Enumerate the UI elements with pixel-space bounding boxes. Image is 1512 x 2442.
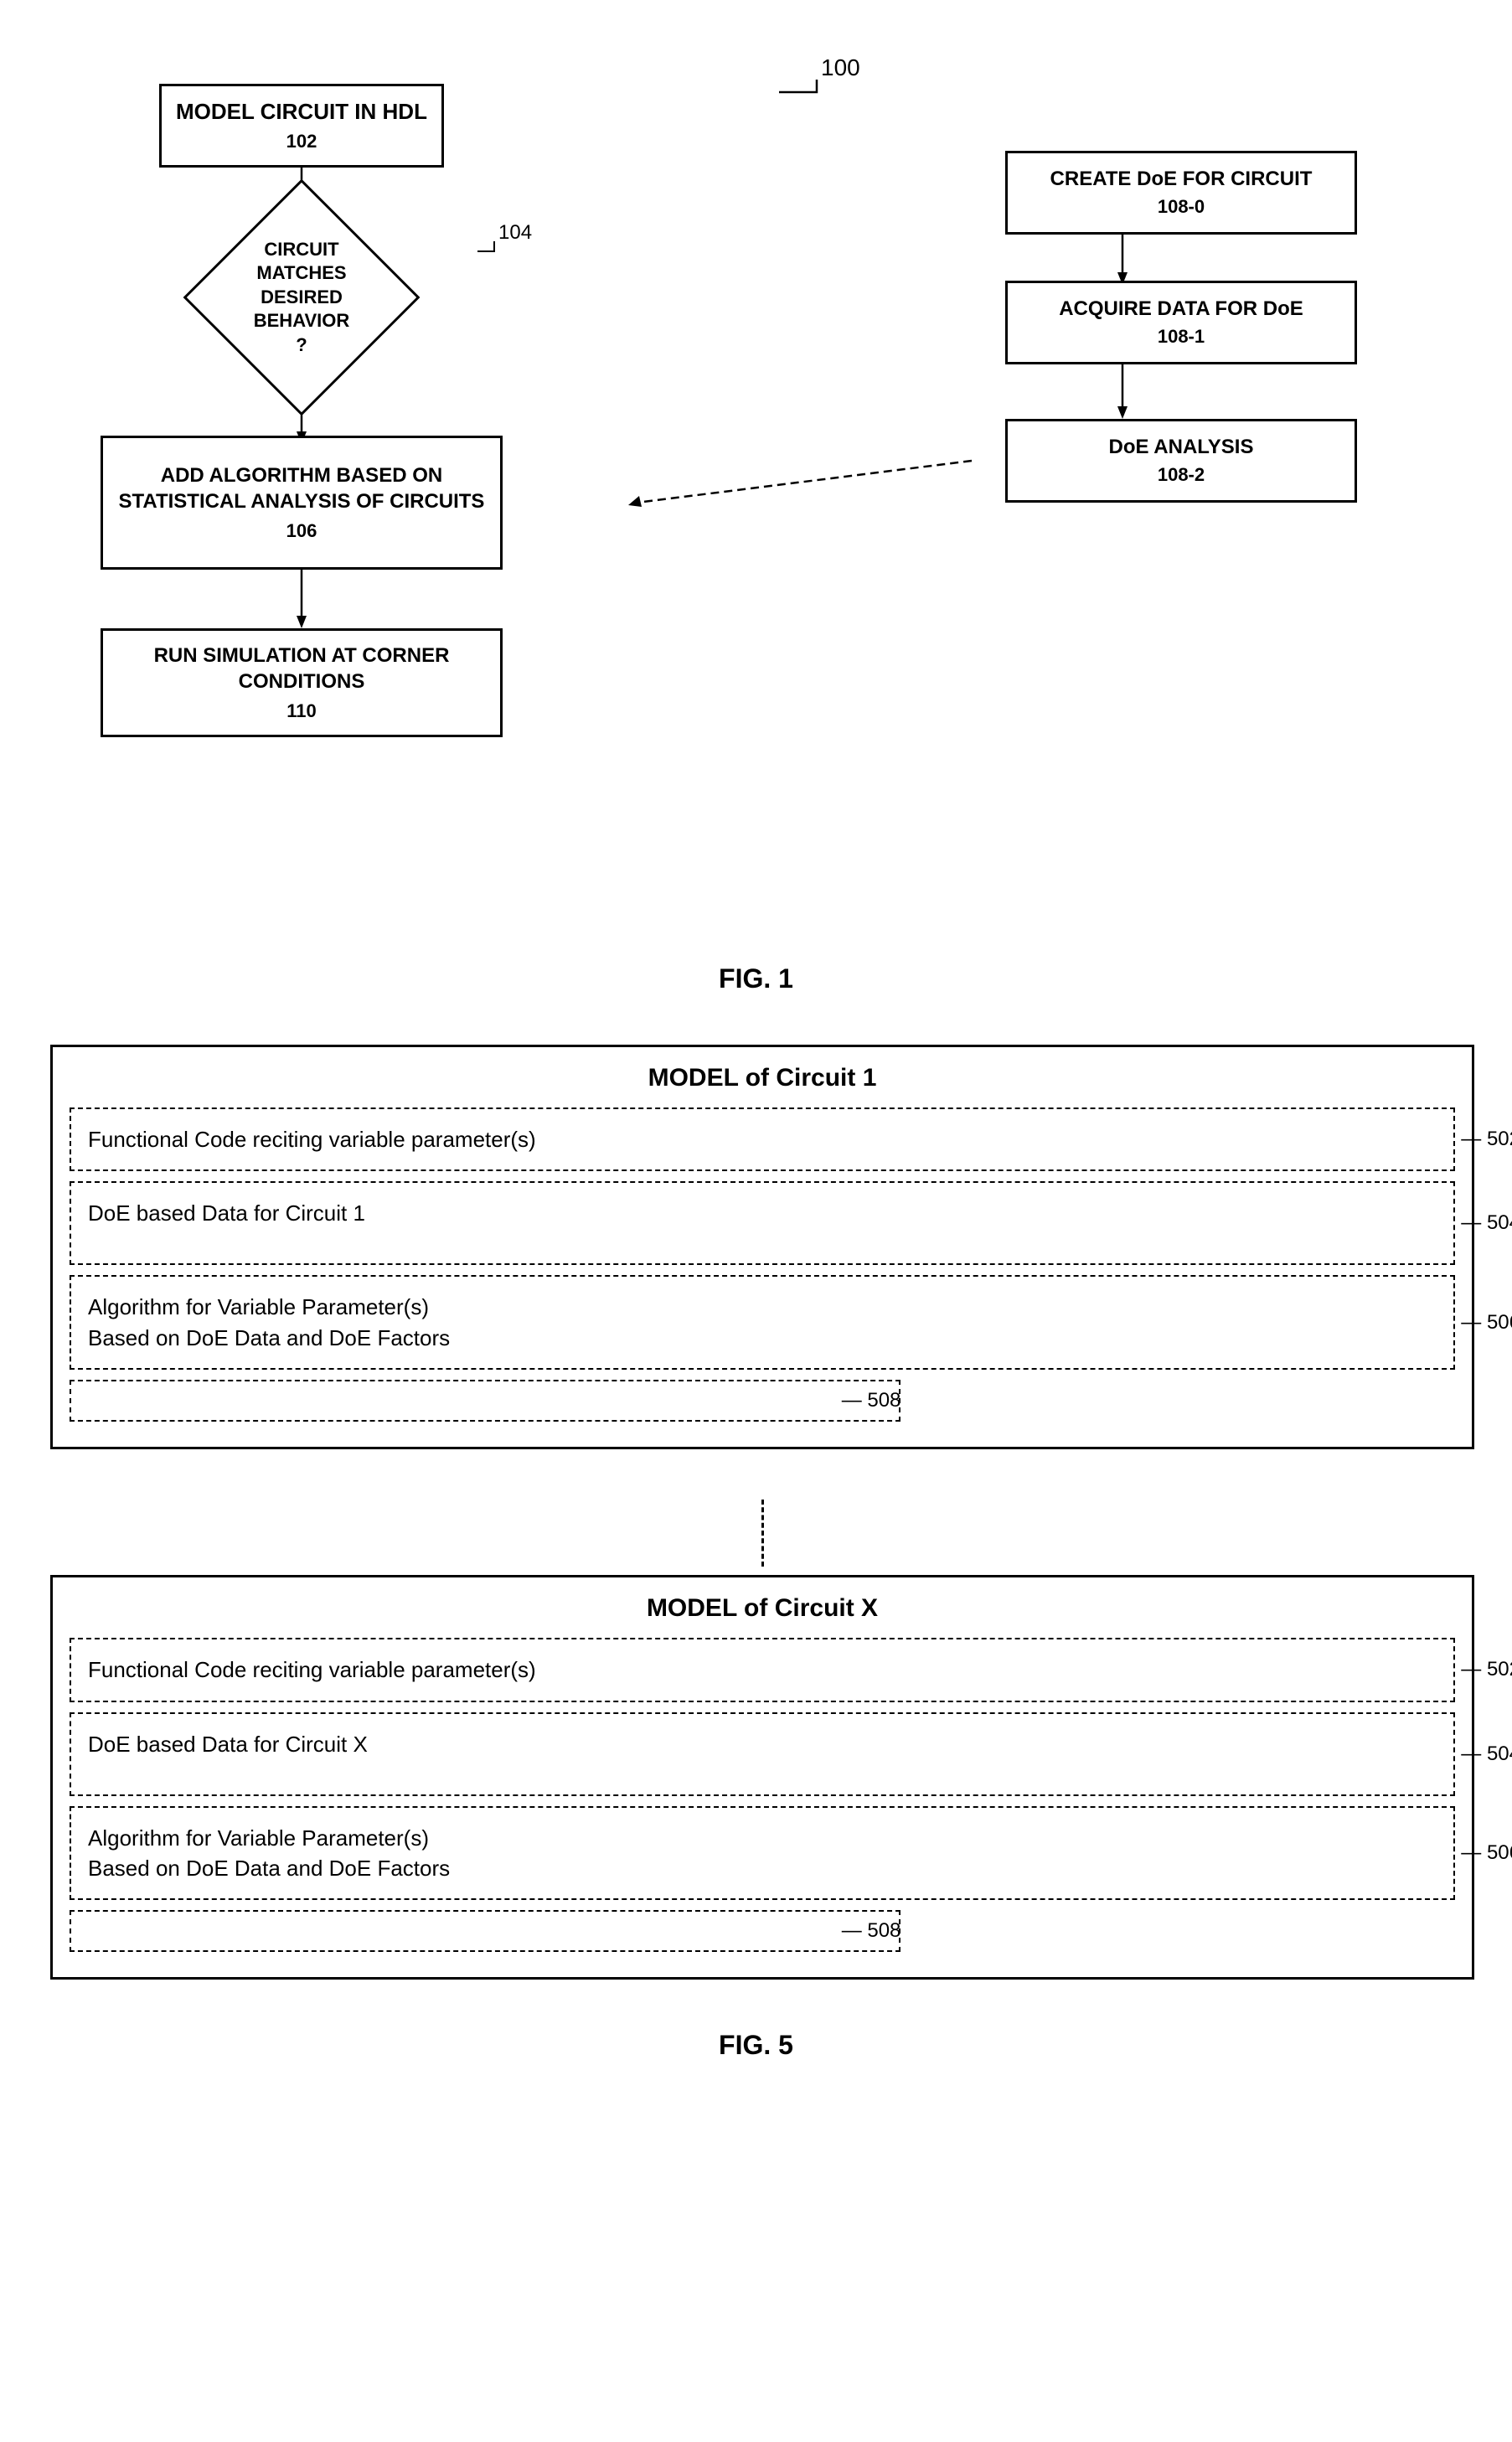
run-simulation-box: RUN SIMULATION AT CORNER CONDITIONS 110 [101,628,503,737]
fig5-caption: FIG. 5 [50,2030,1462,2061]
modelX-section3-ref: — 506 [1461,1839,1512,1867]
model1-box: MODEL of Circuit 1 Functional Code recit… [50,1045,1474,1449]
model1-section3: Algorithm for Variable Parameter(s)Based… [70,1275,1455,1370]
fig1-caption: FIG. 1 [50,963,1462,994]
model1-title: MODEL of Circuit 1 [70,1064,1455,1092]
model1-section3-ref: — 506 [1461,1309,1512,1337]
modelX-box: MODEL of Circuit X Functional Code recit… [50,1575,1474,1980]
model-connector [761,1500,764,1567]
svg-text:104: 104 [498,221,532,244]
add-algorithm-box: ADD ALGORITHM BASED ONSTATISTICAL ANALYS… [101,436,503,570]
doe-analysis-box: DoE ANALYSIS 108-2 [1005,419,1357,503]
modelX-section4 [70,1910,900,1952]
modelX-section1-ref: — 502 [1461,1656,1512,1685]
modelX-section3: Algorithm for Variable Parameter(s)Based… [70,1806,1455,1901]
model1-section1-ref: — 502 [1461,1125,1512,1154]
modelX-section2: DoE based Data for Circuit X — 504 [70,1712,1455,1796]
acquire-data-box: ACQUIRE DATA FOR DoE 108-1 [1005,281,1357,364]
model1-section2: DoE based Data for Circuit 1 — 504 [70,1181,1455,1265]
svg-text:100: 100 [821,54,860,80]
model1-section2-ref: — 504 [1461,1210,1512,1238]
fig5-diagram: MODEL of Circuit 1 Functional Code recit… [50,1045,1474,1980]
circuit-matches-diamond: CIRCUITMATCHESDESIREDBEHAVIOR? [209,205,394,390]
model-circuit-box: MODEL CIRCUIT IN HDL 102 [159,84,444,168]
fig1-diagram: 100 104 MODEL CIRCUIT IN HDL 102 [50,34,1474,913]
modelX-section4-ref: — 508 [842,1919,901,1943]
model1-section4-ref: — 508 [842,1389,901,1412]
modelX-section1: Functional Code reciting variable parame… [70,1638,1455,1701]
create-doe-box: CREATE DoE FOR CIRCUIT 108-0 [1005,151,1357,235]
modelX-title: MODEL of Circuit X [70,1594,1455,1623]
model1-section4 [70,1380,900,1422]
modelX-section2-ref: — 504 [1461,1740,1512,1768]
model1-section1: Functional Code reciting variable parame… [70,1107,1455,1171]
